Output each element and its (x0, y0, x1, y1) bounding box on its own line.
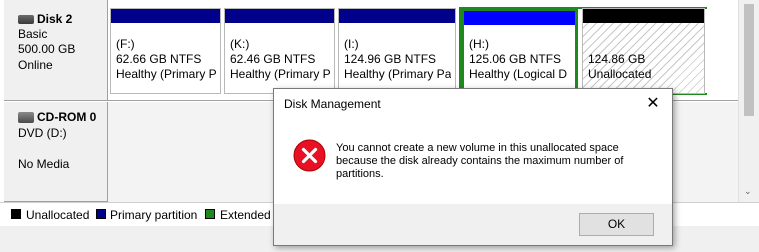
cdrom-0-header[interactable]: CD-ROM 0 DVD (D:) No Media (4, 102, 108, 202)
dialog-message-line: You cannot create a new volume in this u… (336, 142, 619, 154)
partition-letter: (H:) (469, 37, 489, 51)
primary-partition-bar (225, 9, 334, 23)
disk-name: Disk 2 (37, 12, 73, 26)
dialog-footer: OK (274, 204, 672, 245)
legend-label-primary: Primary partition (110, 208, 198, 222)
scrollbar-thumb[interactable] (744, 4, 754, 116)
disk-type: Basic (18, 27, 48, 41)
dialog-message-line: because the disk already contains the ma… (336, 155, 624, 167)
legend-label-unallocated: Unallocated (26, 208, 90, 222)
partition-unallocated[interactable]: 124.86 GB Unallocated (582, 8, 705, 94)
disk-size: 500.00 GB (18, 42, 76, 56)
legend-swatch-primary (96, 209, 106, 219)
logical-drive-bar (464, 11, 575, 25)
partition-health: Healthy (Logical D (469, 67, 568, 81)
partition-size: 62.46 GB NTFS (230, 52, 316, 66)
dialog-message-line: partitions. (336, 168, 384, 180)
cdrom-status: No Media (18, 157, 70, 171)
unallocated-bar (583, 9, 704, 23)
partition-letter: (I:) (344, 37, 359, 51)
error-dialog: Disk Management ✕ You cannot create a ne… (273, 88, 673, 246)
dialog-body: You cannot create a new volume in this u… (274, 119, 672, 204)
unallocated-size: 124.86 GB (588, 52, 646, 66)
error-icon (293, 139, 326, 172)
partition-health: Healthy (Primary P (230, 67, 331, 81)
unallocated-label: Unallocated (588, 67, 652, 81)
partition-health: Healthy (Primary Pa (344, 67, 452, 81)
ok-button[interactable]: OK (579, 213, 654, 236)
disk-status: Online (18, 58, 53, 72)
primary-partition-bar (111, 9, 220, 23)
partition-size: 62.66 GB NTFS (116, 52, 202, 66)
primary-partition-bar (339, 9, 455, 23)
legend-swatch-extended (205, 209, 215, 219)
cdrom-name: CD-ROM 0 (37, 110, 97, 124)
partition-letter: (F:) (116, 37, 135, 51)
close-icon[interactable]: ✕ (642, 94, 664, 114)
cdrom-drive: DVD (D:) (18, 126, 67, 140)
hard-disk-icon (18, 15, 34, 24)
partition-letter: (K:) (230, 37, 250, 51)
legend-swatch-unallocated (11, 209, 21, 219)
partition-k[interactable]: (K:) 62.46 GB NTFS Healthy (Primary P (224, 8, 335, 94)
scroll-down-arrow-icon[interactable]: ⌄ (744, 186, 752, 197)
dialog-message: You cannot create a new volume in this u… (336, 142, 656, 181)
disk-2-header[interactable]: Disk 2 Basic 500.00 GB Online (4, 0, 108, 101)
partition-size: 124.96 GB NTFS (344, 52, 437, 66)
dialog-title: Disk Management (284, 97, 381, 111)
legend-label-extended: Extended (220, 208, 271, 222)
partition-h[interactable]: (H:) 125.06 GB NTFS Healthy (Logical D (461, 8, 578, 94)
vertical-scrollbar[interactable]: ⌄ (738, 0, 759, 202)
partition-health: Healthy (Primary P (116, 67, 217, 81)
partition-f[interactable]: (F:) 62.66 GB NTFS Healthy (Primary P (110, 8, 221, 94)
partition-size: 125.06 GB NTFS (469, 52, 562, 66)
partition-i[interactable]: (I:) 124.96 GB NTFS Healthy (Primary Pa (338, 8, 456, 94)
cd-drive-icon (18, 112, 34, 123)
